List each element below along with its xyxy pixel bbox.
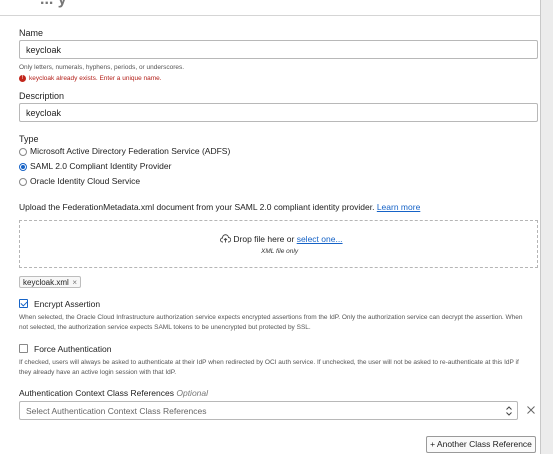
description-label: Description xyxy=(19,91,65,101)
file-type-hint: XML file only xyxy=(261,248,299,255)
name-input[interactable]: keycloak xyxy=(19,40,538,59)
name-error-text: keycloak already exists. Enter a unique … xyxy=(29,75,162,83)
encrypt-assertion-checkbox[interactable] xyxy=(19,299,28,308)
clear-selection-icon[interactable] xyxy=(526,405,536,415)
radio-saml-label: SAML 2.0 Compliant Identity Provider xyxy=(30,161,172,171)
upload-cloud-icon xyxy=(220,234,232,243)
form-panel: ... y Name keycloak Only letters, numera… xyxy=(0,0,541,454)
optional-tag: Optional xyxy=(176,388,209,398)
upload-instruction-row: Upload the FederationMetadata.xml docume… xyxy=(19,202,420,212)
auth-context-label-row: Authentication Context Class References … xyxy=(19,388,208,398)
add-class-reference-button[interactable]: + Another Class Reference xyxy=(426,436,536,453)
force-auth-description: If checked, users will always be asked t… xyxy=(19,359,519,376)
learn-more-link[interactable]: Learn more xyxy=(377,202,420,212)
remove-file-icon[interactable]: × xyxy=(72,277,77,289)
name-hint: Only letters, numerals, hyphens, periods… xyxy=(19,64,185,71)
description-input[interactable]: keycloak xyxy=(19,103,538,122)
encrypt-assertion-label: Encrypt Assertion xyxy=(34,299,101,309)
force-auth-label: Force Authentication xyxy=(34,344,112,354)
file-dropzone[interactable]: Drop file here or select one... XML file… xyxy=(19,220,538,268)
name-label: Name xyxy=(19,28,44,38)
radio-adfs-label: Microsoft Active Directory Federation Se… xyxy=(30,146,231,156)
panel-header: ... y xyxy=(0,0,540,16)
file-chip-name: keycloak.xml xyxy=(23,278,69,287)
auth-context-placeholder: Select Authentication Context Class Refe… xyxy=(26,406,207,416)
type-label: Type xyxy=(19,134,39,144)
panel-title: ... y xyxy=(40,0,67,9)
radio-adfs[interactable] xyxy=(19,148,27,156)
radio-saml[interactable] xyxy=(19,163,27,171)
name-error: ! keycloak already exists. Enter a unique… xyxy=(19,75,162,82)
auth-context-select[interactable]: Select Authentication Context Class Refe… xyxy=(19,401,518,420)
select-toggle-icon[interactable] xyxy=(505,405,513,417)
radio-idcs[interactable] xyxy=(19,178,27,186)
page-background xyxy=(541,0,553,454)
file-chip: keycloak.xml × xyxy=(19,276,81,288)
drop-text-row: Drop file here or select one... xyxy=(220,234,343,244)
encrypt-assertion-description: When selected, the Oracle Cloud Infrastr… xyxy=(19,314,523,331)
radio-idcs-label: Oracle Identity Cloud Service xyxy=(30,176,141,186)
upload-instruction: Upload the FederationMetadata.xml docume… xyxy=(19,202,375,212)
force-auth-checkbox[interactable] xyxy=(19,344,28,353)
auth-context-label: Authentication Context Class References xyxy=(19,388,174,398)
drop-text: Drop file here or xyxy=(233,234,295,244)
error-icon: ! xyxy=(19,75,26,82)
select-file-link[interactable]: select one... xyxy=(297,234,343,244)
